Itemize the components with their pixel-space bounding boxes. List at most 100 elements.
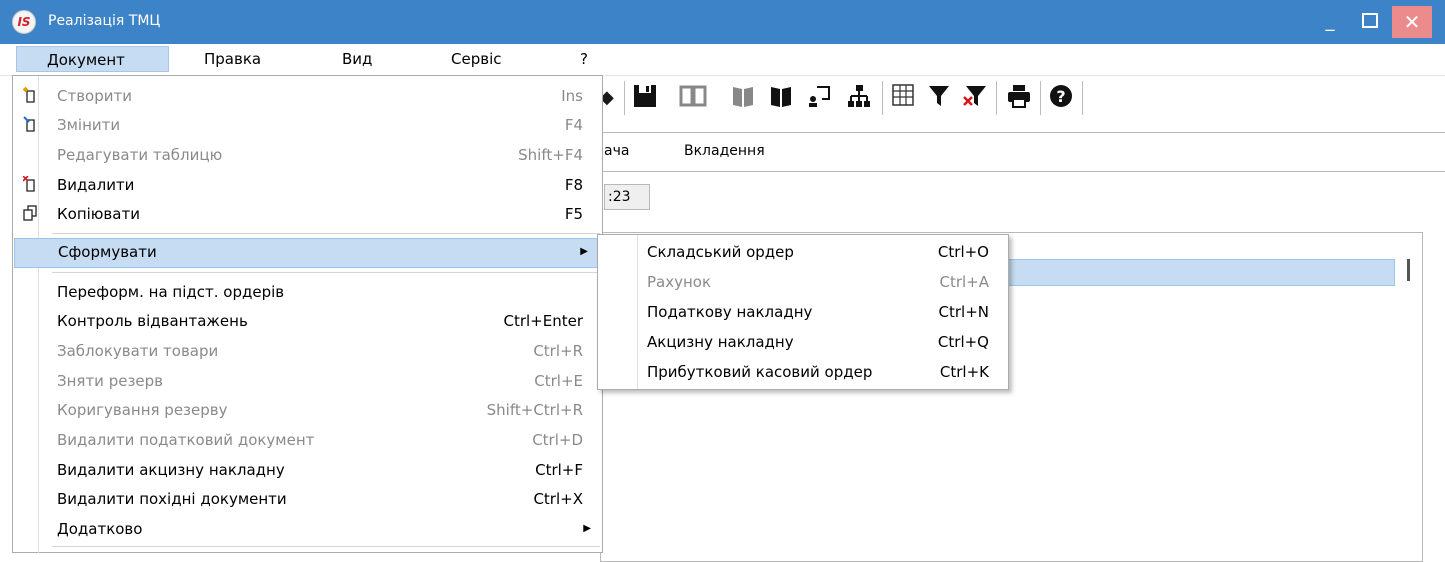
shortcut: F5: [564, 205, 583, 223]
submenu-item-label: Рахунок: [647, 273, 712, 291]
menu-edit[interactable]: Правка: [204, 50, 261, 68]
hierarchy-icon[interactable]: [844, 83, 874, 113]
shortcut: Shift+Ctrl+R: [486, 401, 583, 419]
menu-item-label: Зняти резерв: [57, 372, 164, 390]
folder-icon[interactable]: [766, 83, 796, 113]
maximize-button[interactable]: [1352, 6, 1388, 38]
shortcut: Ctrl+K: [939, 363, 989, 381]
shortcut: Ctrl+D: [532, 431, 583, 449]
shortcut: Ctrl+F: [535, 461, 583, 479]
tabs-row: ача Вкладення: [600, 132, 1445, 172]
toolbar-separator: [624, 81, 625, 115]
edit-doc-icon: [20, 116, 40, 136]
menu-item-create[interactable]: Створити Ins: [12, 82, 603, 112]
menu-separator: [52, 233, 600, 234]
menu-service[interactable]: Сервіс: [451, 50, 501, 68]
submenu-item-excise-invoice[interactable]: Акцизну накладну Ctrl+Q: [597, 328, 1009, 358]
menu-item-block-goods[interactable]: Заблокувати товари Ctrl+R: [12, 337, 603, 367]
menu-document[interactable]: Документ: [16, 46, 169, 72]
menu-item-label: Заблокувати товари: [57, 342, 219, 360]
menu-view[interactable]: Вид: [342, 50, 372, 68]
grid-icon[interactable]: [888, 83, 918, 113]
menu-item-label: Видалити: [57, 176, 135, 194]
menu-item-label: Видалити акцизну накладну: [57, 461, 285, 479]
menu-item-label: Копіювати: [57, 205, 140, 223]
menu-item-delete[interactable]: Видалити F8: [12, 171, 603, 201]
is-app-icon[interactable]: IS: [12, 10, 36, 34]
menu-item-remove-reserve[interactable]: Зняти резерв Ctrl+E: [12, 367, 603, 397]
print-icon[interactable]: [1004, 83, 1034, 113]
submenu-item-cash-receipt[interactable]: Прибутковий касовий ордер Ctrl+K: [597, 358, 1009, 388]
shortcut: F4: [564, 116, 583, 134]
menu-item-label: Додатково: [57, 520, 143, 538]
menu-item-delete-derived[interactable]: Видалити похідні документи Ctrl+X: [12, 485, 603, 515]
menu-bar: Документ Правка Вид Сервіс ?: [0, 44, 1445, 76]
clear-filter-icon[interactable]: [960, 83, 990, 113]
submenu-item-tax-invoice[interactable]: Податкову накладну Ctrl+N: [597, 298, 1009, 328]
menu-item-edit[interactable]: Змінити F4: [12, 111, 603, 141]
shortcut: Ctrl+X: [533, 490, 583, 508]
tab-partial[interactable]: ача: [604, 143, 629, 159]
menu-help[interactable]: ?: [580, 50, 588, 68]
menu-item-label: Редагувати таблицю: [57, 146, 223, 164]
submenu-item-invoice[interactable]: Рахунок Ctrl+A: [597, 268, 1009, 298]
shortcut: Ctrl+N: [938, 303, 989, 321]
submenu-item-warehouse-order[interactable]: Складський ордер Ctrl+O: [597, 238, 1009, 268]
shortcut: Ctrl+E: [534, 372, 583, 390]
date-field[interactable]: :23: [604, 184, 650, 210]
window-title: Реалізація ТМЦ: [48, 13, 161, 29]
shortcut: Ctrl+O: [937, 243, 989, 261]
menu-item-edit-table[interactable]: Редагувати таблицю Shift+F4: [12, 141, 603, 171]
shortcut: Ctrl+Q: [937, 333, 989, 351]
submenu-arrow-icon: ▶: [583, 523, 591, 534]
submenu-item-label: Прибутковий касовий ордер: [647, 363, 873, 381]
shortcut: F8: [564, 176, 583, 194]
toolbar-separator: [996, 81, 997, 115]
menu-item-delete-tax-doc[interactable]: Видалити податковий документ Ctrl+D: [12, 426, 603, 456]
copy-icon: [20, 205, 40, 225]
user-doc-icon[interactable]: [804, 83, 834, 113]
svg-text:?: ?: [1056, 87, 1065, 106]
shortcut: Shift+F4: [518, 146, 583, 164]
book-open-icon[interactable]: [678, 83, 708, 113]
new-doc-icon: [20, 87, 40, 107]
menu-item-label: Сформувати: [58, 243, 157, 261]
maximize-icon: [1362, 13, 1378, 28]
menu-item-label: Коригування резерву: [57, 401, 228, 419]
menu-item-label: Створити: [57, 87, 132, 105]
menu-item-label: Змінити: [57, 116, 121, 134]
menu-item-reform[interactable]: Переформ. на підст. ордерів: [12, 278, 603, 308]
selected-grid-row[interactable]: [1000, 259, 1395, 286]
shortcut: Ctrl+R: [533, 342, 583, 360]
filter-icon[interactable]: [924, 83, 954, 113]
menu-item-copy[interactable]: Копіювати F5: [12, 200, 603, 230]
menu-item-label: Видалити похідні документи: [57, 490, 287, 508]
toolbar-separator: [1082, 81, 1083, 115]
menu-separator: [52, 272, 600, 273]
menu-item-generate[interactable]: Сформувати ▶: [14, 238, 601, 268]
toolbar: ◆ ?: [600, 77, 1445, 121]
submenu-item-label: Акцизну накладну: [647, 333, 794, 351]
tab-attachments[interactable]: Вкладення: [684, 143, 765, 159]
menu-item-label: Контроль відвантажень: [57, 312, 248, 330]
toolbar-separator: [1040, 81, 1041, 115]
close-button[interactable]: ✕: [1392, 6, 1432, 38]
menu-separator: [52, 546, 600, 547]
menu-item-shipment-control[interactable]: Контроль відвантажень Ctrl+Enter: [12, 307, 603, 337]
scrollbar-thumb[interactable]: [1407, 259, 1410, 281]
menu-item-adjust-reserve[interactable]: Коригування резерву Shift+Ctrl+R: [12, 396, 603, 426]
delete-doc-icon: [20, 175, 40, 196]
shortcut: Ins: [561, 87, 583, 105]
save-icon[interactable]: [630, 83, 660, 113]
menu-item-delete-excise[interactable]: Видалити акцизну накладну Ctrl+F: [12, 456, 603, 486]
help-icon[interactable]: ?: [1046, 83, 1076, 113]
menu-item-additional[interactable]: Додатково ▶: [12, 515, 603, 545]
minimize-button[interactable]: _: [1312, 6, 1348, 38]
menu-item-label: Видалити податковий документ: [57, 431, 315, 449]
submenu-item-label: Податкову накладну: [647, 303, 813, 321]
menu-item-label: Переформ. на підст. ордерів: [57, 283, 285, 301]
shortcut: Ctrl+Enter: [503, 312, 583, 330]
title-bar: IS Реалізація ТМЦ _ ✕: [0, 0, 1445, 44]
book-closed-icon[interactable]: [728, 83, 758, 113]
toolbar-separator: [882, 81, 883, 115]
